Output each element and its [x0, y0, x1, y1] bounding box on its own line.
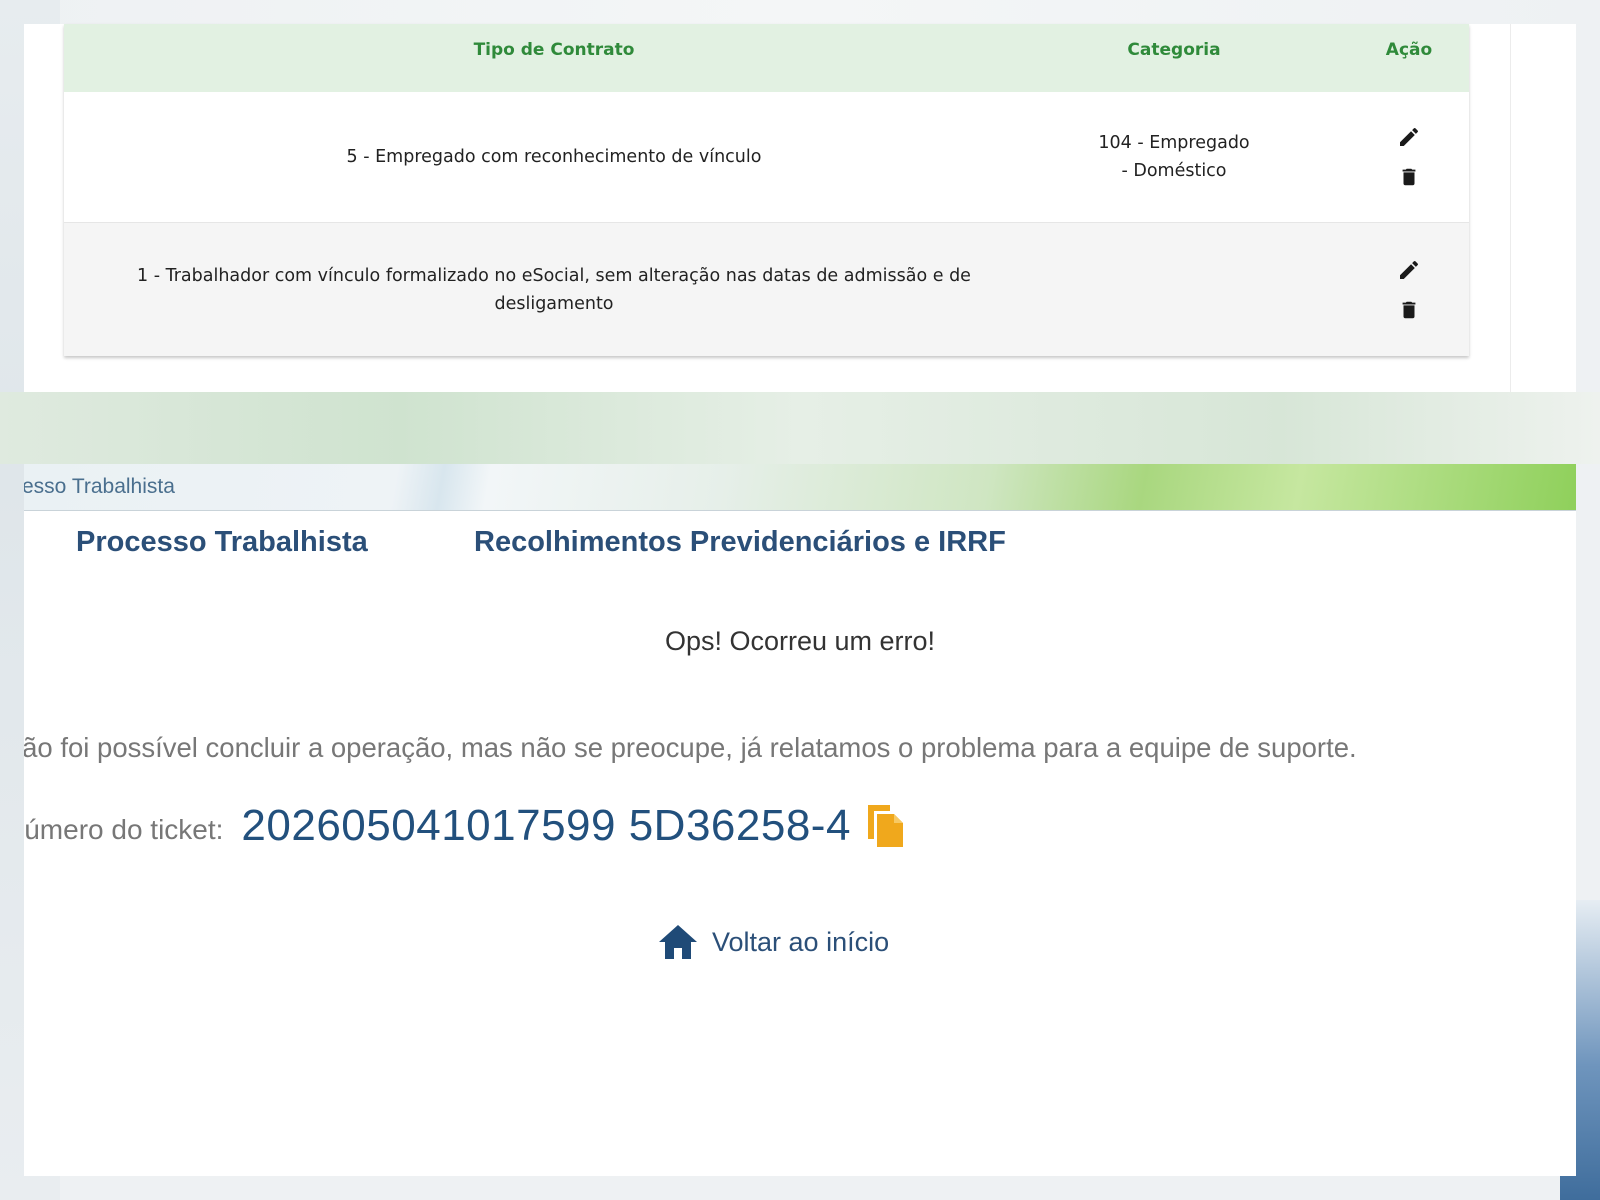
header-action: Ação: [1385, 40, 1433, 60]
home-icon: [659, 925, 697, 959]
delete-icon[interactable]: [1394, 162, 1424, 192]
error-panel: esso Trabalhista Processo Trabalhista Re…: [24, 464, 1576, 1176]
breadcrumb-item[interactable]: esso Trabalhista: [24, 464, 175, 510]
cell-contract-type: 5 - Empregado com reconhecimento de vínc…: [346, 147, 762, 167]
ticket-row: lúmero do ticket: 202605041017599 5D3625…: [24, 790, 905, 862]
delete-icon[interactable]: [1394, 295, 1424, 325]
ticket-label: lúmero do ticket:: [24, 814, 224, 845]
cell-category: [1094, 223, 1254, 356]
home-link-label: Voltar ao início: [712, 926, 890, 957]
table-row: 5 - Empregado com reconhecimento de vínc…: [64, 92, 1469, 223]
tab-processo-trabalhista[interactable]: Processo Trabalhista: [76, 526, 368, 559]
copy-icon[interactable]: [865, 803, 905, 849]
tab-recolhimentos[interactable]: Recolhimentos Previdenciários e IRRF: [474, 526, 1006, 559]
error-message: lão foi possível concluir a operação, ma…: [24, 732, 1357, 763]
home-link[interactable]: Voltar ao início: [658, 924, 889, 960]
header-category: Categoria: [1127, 40, 1221, 60]
cell-actions: [1374, 223, 1444, 356]
background-band: [0, 392, 1600, 464]
ticket-number: 202605041017599 5D36258-4: [241, 801, 851, 850]
edit-icon[interactable]: [1394, 255, 1424, 285]
cell-category: 104 - Empregado - Doméstico: [1098, 133, 1250, 181]
cell-contract-type: 1 - Trabalhador com vínculo formalizado …: [137, 265, 971, 314]
contracts-table: Tipo de Contrato Categoria Ação 5 - Empr…: [64, 24, 1469, 356]
cell-actions: [1374, 92, 1444, 222]
contracts-panel: Tipo de Contrato Categoria Ação 5 - Empr…: [24, 24, 1576, 392]
header-contract-type: Tipo de Contrato: [473, 40, 635, 60]
breadcrumb: esso Trabalhista: [24, 464, 1576, 511]
panel-divider: [1510, 24, 1511, 392]
table-header: Tipo de Contrato Categoria Ação: [64, 24, 1469, 93]
error-title: Ops! Ocorreu um erro!: [664, 626, 936, 656]
table-row: 1 - Trabalhador com vínculo formalizado …: [64, 223, 1469, 356]
edit-icon[interactable]: [1394, 122, 1424, 152]
background-top: [0, 0, 1600, 24]
